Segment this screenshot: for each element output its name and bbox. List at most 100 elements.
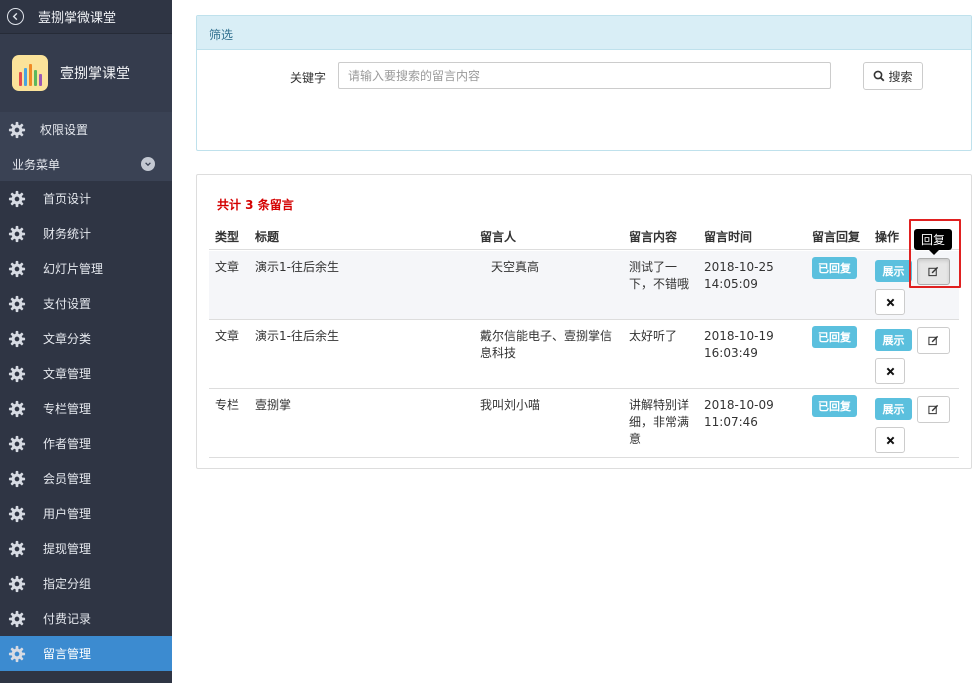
gear-icon [8, 365, 26, 382]
sidebar-item-label: 提现管理 [43, 542, 92, 556]
cell-time: 2018-10-09 11:07:46 [704, 397, 774, 431]
cell-title: 演示1-往后余生 [255, 329, 339, 343]
sidebar-item[interactable]: 幻灯片管理 [0, 251, 172, 286]
sidebar-item[interactable]: 留言管理 [0, 636, 172, 671]
cell-author: 戴尔信能电子、壹捌掌信息科技 [480, 329, 613, 360]
sidebar-item[interactable]: 文章分类 [0, 321, 172, 356]
cell-title: 演示1-往后余生 [255, 260, 339, 274]
replied-badge: 已回复 [812, 395, 857, 417]
sidebar-menu: 首页设计财务统计幻灯片管理支付设置文章分类文章管理专栏管理作者管理 会员管理用户管… [0, 181, 172, 671]
brand: 壹捌掌课堂 [0, 34, 172, 112]
cell-clock: 11:07:46 [704, 415, 758, 429]
reply-edit-button[interactable] [917, 327, 950, 354]
chevron-down-icon [141, 157, 155, 171]
sidebar-item-label: 幻灯片管理 [43, 262, 104, 276]
sidebar-item[interactable]: 支付设置 [0, 286, 172, 321]
header-type: 类型 [215, 230, 240, 244]
table-row: 文章 演示1-往后余生 戴尔信能电子、壹捌掌信息科技 太好听了 2018-10-19 16… [209, 320, 959, 389]
sidebar-item-label: 付费记录 [43, 612, 92, 626]
header-actions: 操作 [875, 230, 900, 244]
replied-badge: 已回复 [812, 257, 857, 279]
sidebar-item[interactable]: 文章管理 [0, 356, 172, 391]
header-author: 留言人 [480, 230, 517, 244]
gear-icon [8, 610, 26, 627]
header-title: 标题 [255, 230, 280, 244]
sidebar-item-label: 文章管理 [43, 367, 92, 381]
keyword-label: 关键字 [290, 71, 327, 85]
sidebar-group-label: 业务菜单 [12, 157, 61, 172]
sidebar-item-label: 指定分组 [43, 577, 92, 591]
sidebar-item-label: 财务统计 [43, 227, 92, 241]
cell-content: 讲解特别详细，非常满意 [629, 398, 690, 446]
brand-logo-icon [12, 55, 48, 91]
sidebar-item-label: 支付设置 [43, 297, 92, 311]
reply-tooltip: 回复 [914, 229, 952, 255]
sidebar-item-permissions[interactable]: 权限设置 [0, 112, 172, 147]
gear-icon [8, 260, 26, 277]
filter-title: 筛选 [197, 16, 971, 50]
sidebar-item-label: 权限设置 [40, 123, 89, 137]
gear-icon [8, 190, 26, 207]
sidebar-group-business[interactable]: 业务菜单 [0, 147, 172, 181]
gear-icon [8, 295, 26, 312]
sidebar-item-label: 留言管理 [43, 647, 92, 661]
sidebar-item[interactable]: 提现管理 [0, 531, 172, 566]
gear-icon [8, 645, 26, 662]
table-header: 类型 标题 留言人 留言内容 留言时间 留言回复 操作 [209, 219, 959, 250]
search-icon [874, 70, 885, 82]
header-time: 留言时间 [704, 230, 753, 244]
message-list-panel: 共计 3 条留言 类型 标题 留言人 留言内容 留言时间 留言回复 操作 文章演… [196, 174, 972, 469]
table-row: 专栏 壹捌掌 我叫刘小喵 讲解特别详细，非常满意 2018-10-09 11:07:46 已… [209, 389, 959, 458]
cell-author: 天空真高 [491, 260, 540, 274]
gear-icon [8, 540, 26, 557]
keyword-input[interactable] [338, 62, 831, 89]
delete-button[interactable] [875, 289, 905, 315]
show-button[interactable]: 展示 [875, 260, 912, 282]
cell-type: 文章 [215, 329, 240, 343]
sidebar-item-label: 专栏管理 [43, 402, 92, 416]
cell-content: 太好听了 [629, 329, 678, 343]
gear-icon [8, 121, 26, 138]
reply-edit-button[interactable] [917, 258, 950, 285]
total-count: 共计 3 条留言 [217, 198, 294, 212]
header-content: 留言内容 [629, 230, 678, 244]
show-button[interactable]: 展示 [875, 329, 912, 351]
sidebar-item-label: 文章分类 [43, 332, 92, 346]
main-content: 筛选 关键字 搜索 共计 3 条留言 类型 标题 留言人 留言内容 留言时间 留… [172, 0, 979, 683]
sidebar-item-label: 用户管理 [43, 507, 92, 521]
sidebar-item[interactable]: 会员管理 [0, 461, 172, 496]
sidebar-item[interactable]: 指定分组 [0, 566, 172, 601]
delete-button[interactable] [875, 358, 905, 384]
sidebar-item[interactable]: 专栏管理 [0, 391, 172, 426]
cell-type: 文章 [215, 260, 240, 274]
sidebar-item[interactable]: 付费记录 [0, 601, 172, 636]
sidebar-item[interactable]: 作者管理 [0, 426, 172, 461]
reply-edit-button[interactable] [917, 396, 950, 423]
close-icon [886, 367, 895, 376]
cell-clock: 16:03:49 [704, 346, 758, 360]
gear-icon [8, 575, 26, 592]
cell-type: 专栏 [215, 398, 240, 412]
sidebar-item[interactable]: 财务统计 [0, 216, 172, 251]
gear-icon [8, 435, 26, 452]
edit-icon [928, 266, 939, 277]
sidebar: 壹捌掌微课堂 壹捌掌课堂 权限设置 业务菜单 首页设计财务统计幻灯片管理支付设置… [0, 0, 172, 683]
filter-panel: 筛选 关键字 搜索 [196, 15, 972, 151]
header-reply: 留言回复 [812, 230, 861, 244]
search-button[interactable]: 搜索 [863, 62, 923, 90]
show-button[interactable]: 展示 [875, 398, 912, 420]
cell-time: 2018-10-19 16:03:49 [704, 328, 774, 362]
delete-button[interactable] [875, 427, 905, 453]
sidebar-item[interactable]: 首页设计 [0, 181, 172, 216]
table-row: 文章 演示1-往后余生 天空真高 测试了一下，不错哦 2018-10-25 14:05:0… [209, 251, 959, 320]
sidebar-header: 壹捌掌微课堂 [0, 0, 172, 34]
gear-icon [8, 470, 26, 487]
cell-author: 我叫刘小喵 [480, 398, 541, 412]
sidebar-item[interactable]: 用户管理 [0, 496, 172, 531]
back-icon[interactable] [7, 8, 24, 25]
cell-time: 2018-10-25 14:05:09 [704, 259, 774, 293]
edit-icon [928, 404, 939, 415]
close-icon [886, 298, 895, 307]
gear-icon [8, 400, 26, 417]
cell-date: 2018-10-25 [704, 260, 774, 274]
